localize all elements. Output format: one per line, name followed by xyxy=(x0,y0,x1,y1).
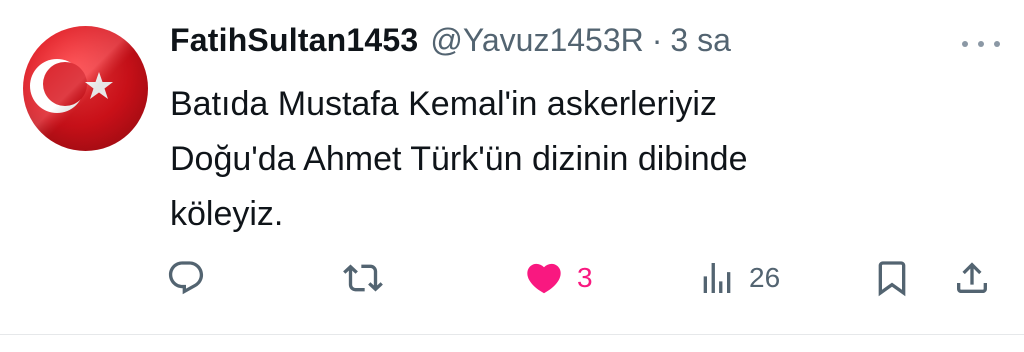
heart-icon xyxy=(527,263,561,294)
tweet-header: FatihSultan1453 @Yavuz1453R · 3 sa xyxy=(170,22,731,66)
like-button[interactable]: 3 xyxy=(523,250,593,306)
timestamp[interactable]: 3 sa xyxy=(670,22,730,59)
like-count: 3 xyxy=(577,262,593,293)
bookmark-icon xyxy=(878,261,906,297)
retweet-button[interactable] xyxy=(342,250,384,306)
divider xyxy=(0,334,1024,335)
tweet[interactable]: FatihSultan1453 @Yavuz1453R · 3 sa Batıd… xyxy=(0,0,1024,335)
tweet-text-line: köleyiz. xyxy=(170,195,284,233)
bookmark-button[interactable] xyxy=(872,250,912,306)
separator-dot: · xyxy=(651,22,663,58)
views-icon xyxy=(703,263,731,293)
view-count: 26 xyxy=(749,262,781,293)
reply-icon xyxy=(168,261,204,295)
share-icon xyxy=(957,262,987,293)
retweet-icon xyxy=(343,264,383,292)
action-bar: 3 26 xyxy=(0,250,1024,306)
tweet-text: Batıda Mustafa Kemal'in askerleriyiz Doğ… xyxy=(170,77,950,242)
more-options-icon[interactable] xyxy=(958,34,1004,54)
turkish-flag-icon xyxy=(23,26,148,151)
tweet-text-line: Batıda Mustafa Kemal'in askerleriyiz xyxy=(170,85,717,123)
avatar[interactable] xyxy=(23,26,148,151)
views-button[interactable]: 26 xyxy=(697,250,780,306)
share-button[interactable] xyxy=(952,250,992,306)
user-handle[interactable]: @Yavuz1453R xyxy=(430,22,643,59)
tweet-text-line: Doğu'da Ahmet Türk'ün dizinin dibinde xyxy=(170,140,748,178)
display-name[interactable]: FatihSultan1453 xyxy=(170,22,418,59)
reply-button[interactable] xyxy=(166,250,206,306)
